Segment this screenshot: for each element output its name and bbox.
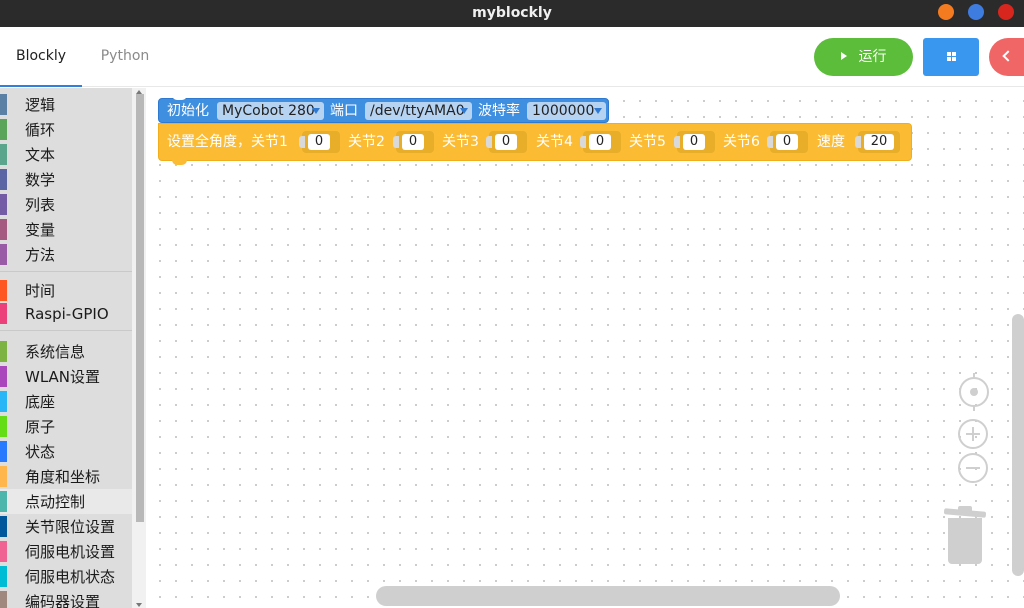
joint2-input[interactable]: 0 [393,131,434,153]
toolbox-category-variables[interactable]: 变量 [0,217,132,242]
maximize-button[interactable] [968,4,984,20]
joint6-input[interactable]: 0 [767,131,808,153]
recenter-icon[interactable] [959,373,989,411]
toolbox-category-servo-status[interactable]: 伺服电机状态 [0,564,132,589]
zoom-out-icon[interactable] [958,453,988,483]
toolbox-category-atom[interactable]: 原子 [0,414,132,439]
category-label: 底座 [25,393,56,411]
play-icon [840,52,847,60]
workspace-horizontal-scrollbar[interactable] [376,586,840,606]
baud-label: 波特率 [478,103,520,119]
toolbox-category-math[interactable]: 数学 [0,167,132,192]
category-label: 编码器设置 [25,593,101,608]
toolbox-category-text[interactable]: 文本 [0,142,132,167]
dropdown-arrow-icon [460,108,468,114]
speed-input[interactable]: 20 [855,131,900,153]
zoom-in-icon[interactable] [958,419,988,449]
scroll-up-arrow-icon[interactable] [136,90,142,94]
joint1-input[interactable]: 0 [299,131,340,153]
toolbox-category-base[interactable]: 底座 [0,389,132,414]
toolbox-category-functions[interactable]: 方法 [0,242,132,267]
dropdown-arrow-icon [594,108,602,114]
category-label: 数学 [25,171,56,189]
category-label: 关节限位设置 [25,518,116,536]
speed-label: 速度 [817,134,845,150]
category-label: 原子 [25,418,56,436]
toolbox-category-servo-settings[interactable]: 伺服电机设置 [0,539,132,564]
joint2-label: 关节2 [348,134,385,150]
chevron-left-icon [1002,50,1014,62]
joint4-input[interactable]: 0 [580,131,621,153]
run-button[interactable]: 运行 [814,38,913,76]
collapse-button[interactable] [989,38,1024,76]
speed-value[interactable]: 20 [864,134,894,150]
joint6-value[interactable]: 0 [776,134,798,150]
category-label: 状态 [25,443,56,461]
toolbox-separator [0,330,132,331]
tab-blockly[interactable]: Blockly [0,27,82,87]
toolbox-scrollbar-thumb[interactable] [136,94,144,522]
dropdown-arrow-icon [312,108,320,114]
category-label: 循环 [25,121,56,139]
toolbox-category-loops[interactable]: 循环 [0,117,132,142]
toolbox-separator [0,271,132,272]
category-label: 逻辑 [25,96,56,114]
toolbox-category-system-info[interactable]: 系统信息 [0,339,132,364]
toolbox-category-logic[interactable]: 逻辑 [0,92,132,117]
model-dropdown[interactable]: MyCobot 280 [217,102,324,120]
category-label: 系统信息 [25,343,86,361]
category-label: 列表 [25,196,56,214]
toolbox-category-jog-control[interactable]: 点动控制 [0,489,132,514]
baud-value: 1000000 [532,103,595,119]
joint5-value[interactable]: 0 [683,134,705,150]
toolbox-category-wlan[interactable]: WLAN设置 [0,364,132,389]
joint1-value[interactable]: 0 [308,134,330,150]
toolbox-category-encoder-settings[interactable]: 编码器设置 [0,589,132,608]
tab-python[interactable]: Python [92,27,158,87]
category-label: 变量 [25,221,56,239]
category-label: Raspi-GPIO [25,305,109,323]
joint5-label: 关节5 [629,134,666,150]
category-label: 方法 [25,246,56,264]
window-title: myblockly [472,5,552,21]
category-label: 文本 [25,146,56,164]
port-label: 端口 [330,103,358,119]
window-titlebar: myblockly [0,0,1024,27]
run-button-label: 运行 [858,49,887,65]
workspace-vertical-scrollbar[interactable] [1012,314,1024,576]
set-angles-label: 设置全角度，关节1 [167,134,288,150]
category-label: 点动控制 [25,493,86,511]
toolbox-category-joint-limits[interactable]: 关节限位设置 [0,514,132,539]
baud-dropdown[interactable]: 1000000 [527,102,606,120]
category-label: 角度和坐标 [25,468,101,486]
joint5-input[interactable]: 0 [674,131,715,153]
scroll-down-arrow-icon[interactable] [136,603,142,607]
joint3-label: 关节3 [442,134,479,150]
joint3-input[interactable]: 0 [486,131,527,153]
toolbox: 逻辑 循环 文本 数学 列表 变量 方法 时间 Raspi-GPIO 系统信息 … [0,88,132,608]
init-label: 初始化 [167,103,209,119]
joint2-value[interactable]: 0 [402,134,424,150]
joint3-value[interactable]: 0 [495,134,517,150]
category-label: 伺服电机设置 [25,543,116,561]
port-value: /dev/ttyAMA0 [370,103,465,119]
toolbox-category-raspi-gpio[interactable]: Raspi-GPIO [0,301,132,326]
close-window-button[interactable] [998,4,1014,20]
port-dropdown[interactable]: /dev/ttyAMA0 [365,102,472,120]
blockly-workspace[interactable] [146,88,1024,608]
joint4-label: 关节4 [536,134,573,150]
model-value: MyCobot 280 [222,103,315,119]
minimize-button[interactable] [938,4,954,20]
toolbox-category-status[interactable]: 状态 [0,439,132,464]
toolbox-category-time[interactable]: 时间 [0,278,132,303]
app-header: Blockly Python 运行 [0,27,1024,87]
category-label: WLAN设置 [25,368,101,386]
toolbox-category-lists[interactable]: 列表 [0,192,132,217]
category-label: 伺服电机状态 [25,568,116,586]
block-connector-tab [172,159,187,165]
grid-menu-button[interactable] [923,38,979,76]
joint6-label: 关节6 [723,134,760,150]
joint4-value[interactable]: 0 [589,134,611,150]
toolbox-category-angles-coords[interactable]: 角度和坐标 [0,464,132,489]
